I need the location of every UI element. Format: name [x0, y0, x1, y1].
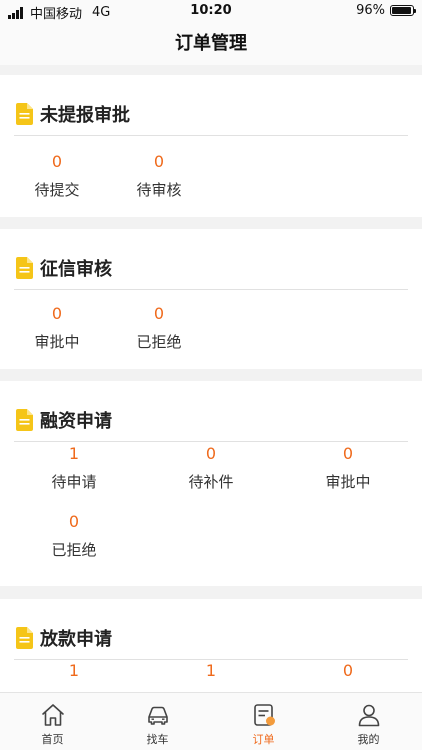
section-financing-application: 融资申请 1 待申请 0 待补件 0 审批中 0 已拒绝	[0, 381, 422, 586]
document-icon	[16, 257, 33, 279]
stat-count: 0	[51, 304, 63, 323]
tab-label: 我的	[357, 733, 380, 746]
stat-count: 0	[342, 444, 354, 463]
section-title: 融资申请	[40, 411, 112, 432]
stat-to-apply[interactable]: 1 待申请	[26, 444, 122, 492]
document-icon	[16, 409, 33, 431]
tab-orders[interactable]: 订单	[211, 693, 316, 750]
stat-label: 待补件	[188, 473, 234, 491]
section-title: 未提报审批	[40, 105, 130, 126]
nav-bar: 订单管理	[0, 22, 422, 65]
stat-count: 0	[51, 152, 63, 171]
section-title: 征信审核	[40, 259, 112, 280]
stat-label: 审批中	[325, 473, 371, 491]
battery-icon	[390, 5, 416, 16]
order-icon	[254, 704, 275, 726]
stat-loan-item[interactable]: 1	[163, 661, 259, 688]
section-header: 征信审核	[14, 229, 408, 290]
stat-count: 1	[68, 661, 80, 680]
stat-count: 0	[153, 304, 165, 323]
section-credit-review: 征信审核 0 审批中 0 已拒绝	[0, 229, 422, 369]
tab-home[interactable]: 首页	[0, 693, 105, 750]
section-header: 未提报审批	[14, 75, 408, 136]
stat-approving[interactable]: 0 审批中	[300, 444, 396, 492]
battery-percent: 96%	[356, 3, 385, 18]
tab-find-car[interactable]: 找车	[105, 693, 210, 750]
stat-count: 0	[342, 661, 354, 680]
stat-label: 已拒绝	[51, 541, 97, 559]
stat-label: 待提交	[34, 181, 80, 199]
section-header: 放款申请	[14, 599, 408, 660]
stat-label: 待申请	[51, 473, 97, 491]
stat-pending-review[interactable]: 0 待审核	[111, 152, 207, 200]
section-title: 放款申请	[40, 629, 112, 650]
stat-pending-submit[interactable]: 0 待提交	[9, 152, 105, 200]
status-right: 96%	[356, 3, 416, 18]
document-icon	[16, 103, 33, 125]
stat-approving[interactable]: 0 审批中	[9, 304, 105, 352]
order-sections: 未提报审批 0 待提交 0 待审核 征信审核 0 审批中 0 已拒绝 融资申请 …	[0, 65, 422, 692]
section-unsubmitted: 未提报审批 0 待提交 0 待审核	[0, 75, 422, 217]
car-icon	[148, 706, 168, 725]
stat-count: 0	[153, 152, 165, 171]
stat-label: 审批中	[34, 333, 80, 351]
status-bar: 中国移动 4G 10:20 96%	[0, 0, 422, 22]
stat-rejected[interactable]: 0 已拒绝	[26, 512, 122, 560]
stat-count: 1	[68, 444, 80, 463]
tab-profile[interactable]: 我的	[316, 693, 421, 750]
profile-icon	[358, 704, 380, 727]
home-icon	[42, 704, 64, 726]
tab-label: 订单	[252, 733, 275, 746]
stat-count: 0	[68, 512, 80, 531]
tab-bar: 首页 找车 订单 我的	[0, 692, 422, 750]
stat-supplement[interactable]: 0 待补件	[163, 444, 259, 492]
tab-label: 首页	[41, 733, 64, 746]
stat-count: 0	[205, 444, 217, 463]
stat-loan-item[interactable]: 1	[26, 661, 122, 688]
stat-loan-item[interactable]: 0	[300, 661, 396, 688]
stat-label: 待审核	[136, 181, 182, 199]
section-loan-application: 放款申请 1 1 0	[0, 599, 422, 692]
section-header: 融资申请	[14, 381, 408, 442]
stat-count: 1	[205, 661, 217, 680]
tab-label: 找车	[146, 733, 169, 746]
stat-rejected[interactable]: 0 已拒绝	[111, 304, 207, 352]
stat-label: 已拒绝	[136, 333, 182, 351]
document-icon	[16, 627, 33, 649]
page-title: 订单管理	[175, 33, 247, 54]
